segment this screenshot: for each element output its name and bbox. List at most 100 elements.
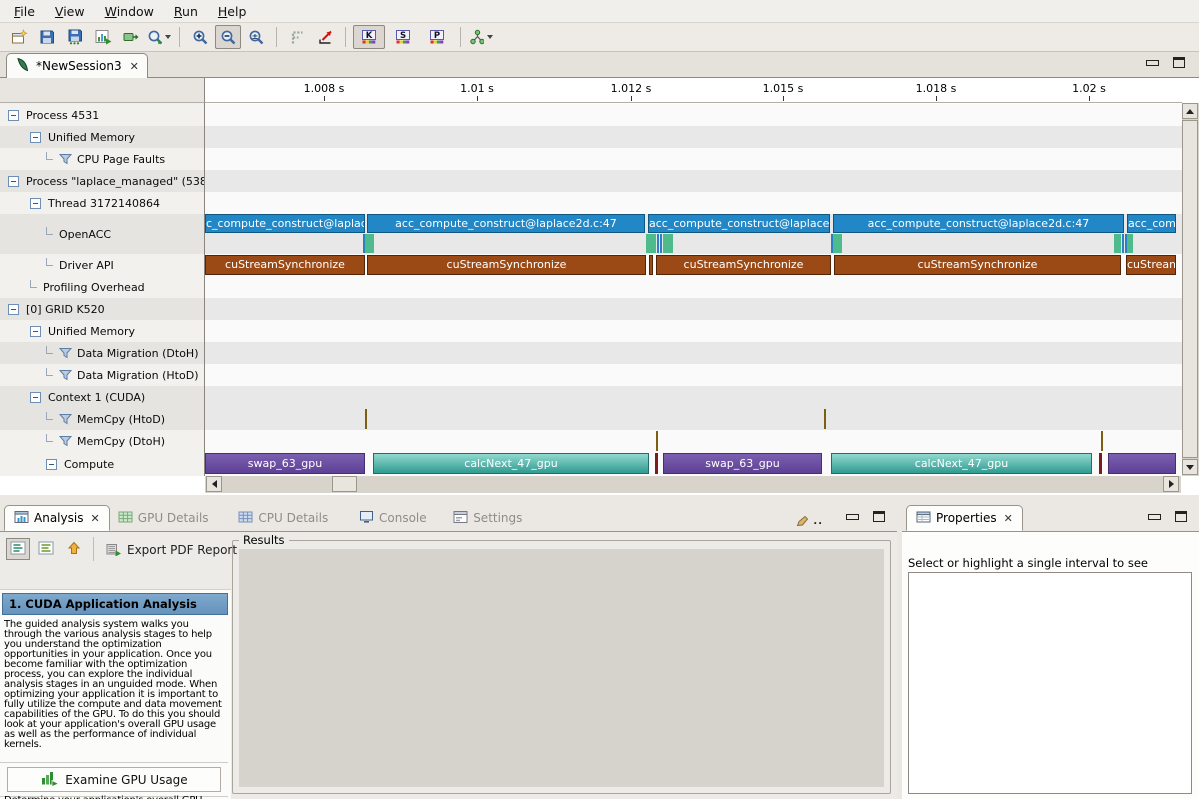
tree-item-process-4531[interactable]: Process 4531 (8, 104, 99, 126)
openacc-marker[interactable] (646, 234, 656, 253)
tab-console[interactable]: Console (350, 505, 436, 531)
kernel-interval[interactable]: calcNext_47_gpu (831, 453, 1092, 474)
zoom-in-button[interactable] (187, 25, 213, 49)
back-up-button[interactable] (62, 538, 86, 560)
memcpy-dtoh-interval[interactable] (1101, 431, 1103, 451)
collapse-minus-icon[interactable] (8, 110, 19, 121)
menu-file[interactable]: File (4, 1, 45, 22)
openacc-interval[interactable]: acc_compute_construct@laplace2d.c:47 (367, 214, 645, 233)
zoom-out-button[interactable] (215, 25, 241, 49)
tree-item-openacc[interactable]: OpenACC (46, 214, 111, 254)
tree-item-unified-memory[interactable]: Unified Memory (30, 126, 135, 148)
process-coloring-button[interactable]: P (421, 25, 453, 49)
view-menu-button[interactable]: .. (796, 512, 823, 531)
scroll-down-button[interactable] (1182, 459, 1198, 475)
driver-api-interval[interactable]: cuStreamSynchronize (656, 255, 831, 275)
kernel-interval[interactable]: swap_63_gpu (205, 453, 365, 474)
zoom-fit-button[interactable]: ± (243, 25, 269, 49)
maximize-icon[interactable] (1175, 511, 1187, 522)
collapse-minus-icon[interactable] (30, 392, 41, 403)
tab-analysis[interactable]: Analysis✕ (4, 505, 110, 531)
tree-item-context-1-cuda-[interactable]: Context 1 (CUDA) (30, 386, 145, 408)
snap-edges-button[interactable] (284, 25, 310, 49)
tab-gpu-details[interactable]: GPU Details (109, 505, 218, 531)
openacc-marker[interactable] (833, 234, 842, 253)
openacc-marker[interactable] (1122, 234, 1124, 253)
collapse-minus-icon[interactable] (30, 132, 41, 143)
run-application-button[interactable] (118, 25, 144, 49)
collapse-minus-icon[interactable] (8, 304, 19, 315)
tree-item-data-migration-dtoh-[interactable]: Data Migration (DtoH) (46, 342, 199, 364)
unguided-analysis-toggle-button[interactable] (34, 538, 58, 560)
openacc-interval[interactable]: acc_compute_construct@laplace2d.c:47 (833, 214, 1124, 233)
tree-item-compute[interactable]: Compute (46, 452, 114, 476)
scroll-right-button[interactable] (1163, 476, 1179, 492)
new-session-button[interactable] (6, 25, 32, 49)
save-as-button[interactable] (62, 25, 88, 49)
openacc-marker[interactable] (1114, 234, 1121, 253)
scroll-up-button[interactable] (1182, 103, 1198, 119)
memcpy-dtoh-interval[interactable] (656, 431, 658, 451)
tab-settings[interactable]: Settings (444, 505, 531, 531)
kernel-interval[interactable]: calcNext_47_gpu (373, 453, 649, 474)
guided-analysis-toggle-button[interactable] (6, 538, 30, 560)
analyze-menu-button[interactable] (146, 25, 172, 49)
openacc-interval[interactable]: acc_comp (1127, 214, 1176, 233)
tree-item-cpu-page-faults[interactable]: CPU Page Faults (46, 148, 165, 170)
tree-item-memcpy-htod-[interactable]: MemCpy (HtoD) (46, 408, 165, 430)
kernel-coloring-button[interactable]: K (353, 25, 385, 49)
menu-run[interactable]: Run (164, 1, 208, 22)
openacc-marker[interactable] (365, 234, 374, 253)
timeline-ruler[interactable]: 1.008 s1.01 s1.012 s1.015 s1.018 s1.02 s (205, 78, 1182, 103)
close-icon[interactable]: ✕ (90, 512, 99, 525)
close-icon[interactable]: ✕ (1004, 512, 1013, 525)
tree-item-profiling-overhead[interactable]: Profiling Overhead (30, 276, 145, 298)
driver-api-interval[interactable]: cuStreamSynchronize (367, 255, 646, 275)
tree-item-driver-api[interactable]: Driver API (46, 254, 114, 276)
menu-window[interactable]: Window (95, 1, 164, 22)
horizontal-scroll-thumb[interactable] (332, 476, 357, 492)
kernel-interval[interactable]: swap_63_gpu (663, 453, 822, 474)
tab-new-session[interactable]: *NewSession3 ✕ (6, 53, 148, 78)
collapse-minus-icon[interactable] (46, 459, 57, 470)
minimize-icon[interactable] (1146, 60, 1159, 66)
openacc-marker[interactable] (663, 234, 673, 253)
goto-marker-button[interactable] (312, 25, 338, 49)
collapse-minus-icon[interactable] (8, 176, 19, 187)
openacc-interval[interactable]: acc_compute_construct@laplace... (648, 214, 830, 233)
stream-coloring-button[interactable]: S (387, 25, 419, 49)
memcpy-htod-interval[interactable] (365, 409, 367, 429)
vertical-scroll-thumb[interactable] (1182, 120, 1198, 458)
export-pdf-report-button[interactable]: Export PDF Report (100, 538, 243, 562)
examine-gpu-usage-button[interactable]: Examine GPU Usage (7, 767, 221, 792)
openacc-marker[interactable] (660, 234, 662, 253)
driver-api-interval[interactable] (649, 255, 653, 275)
tree-item-process-laplace-managed-538-[interactable]: Process "laplace_managed" (538) (8, 170, 205, 192)
collapse-minus-icon[interactable] (30, 326, 41, 337)
driver-api-interval[interactable]: cuStreamSynchronize (834, 255, 1121, 275)
minimize-icon[interactable] (846, 514, 859, 520)
kernel-interval[interactable] (1108, 453, 1176, 474)
scroll-left-button[interactable] (206, 476, 222, 492)
kernel-interval[interactable] (655, 453, 658, 474)
generate-timeline-button[interactable] (90, 25, 116, 49)
memcpy-htod-interval[interactable] (824, 409, 826, 429)
openacc-marker[interactable] (657, 234, 659, 253)
collapse-minus-icon[interactable] (30, 198, 41, 209)
maximize-icon[interactable] (873, 511, 885, 522)
tree-item-unified-memory[interactable]: Unified Memory (30, 320, 135, 342)
menu-help[interactable]: Help (208, 1, 257, 22)
driver-api-interval[interactable]: cuStreamSynchronize (205, 255, 365, 275)
tree-item-thread-3172140864[interactable]: Thread 3172140864 (30, 192, 160, 214)
openacc-marker[interactable] (1127, 234, 1133, 253)
menu-view[interactable]: View (45, 1, 95, 22)
tree-item--0-grid-k520[interactable]: [0] GRID K520 (8, 298, 105, 320)
vertical-scrollbar[interactable] (1182, 103, 1199, 476)
tree-item-data-migration-htod-[interactable]: Data Migration (HtoD) (46, 364, 199, 386)
call-tree-button[interactable] (468, 25, 494, 49)
kernel-interval[interactable] (1099, 453, 1102, 474)
tree-item-memcpy-dtoh-[interactable]: MemCpy (DtoH) (46, 430, 165, 452)
openacc-interval[interactable]: c_compute_construct@laplace... (205, 214, 365, 233)
horizontal-scrollbar[interactable] (205, 476, 1181, 493)
tab-properties[interactable]: Properties ✕ (906, 505, 1023, 531)
